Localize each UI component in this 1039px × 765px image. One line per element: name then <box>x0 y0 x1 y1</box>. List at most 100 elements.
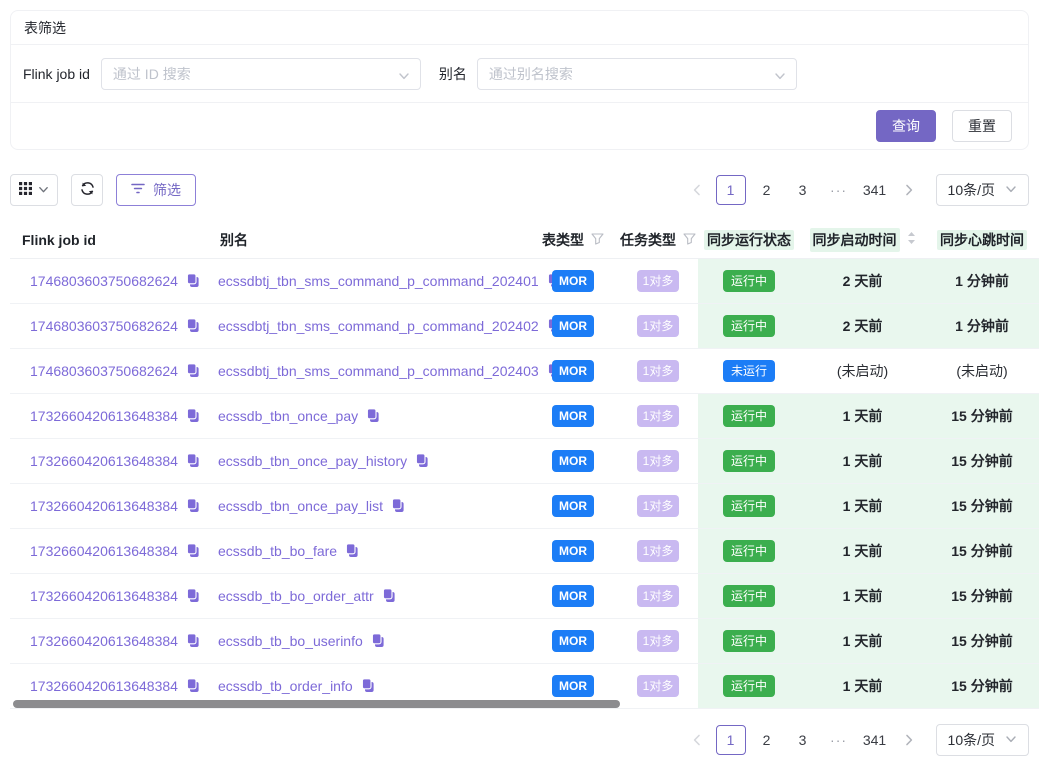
start-time-cell: 1 天前 <box>800 528 925 573</box>
table-type-badge: MOR <box>552 270 594 292</box>
prev-page-button[interactable] <box>684 725 710 755</box>
table-row: 1746803603750682624 ecssdbtj_tbn_sms_com… <box>10 303 1039 348</box>
query-button[interactable]: 查询 <box>876 110 936 142</box>
status-badge: 运行中 <box>723 270 775 292</box>
reset-button[interactable]: 重置 <box>952 110 1012 142</box>
col-sync-status: 同步运行状态 <box>698 222 800 258</box>
copy-icon[interactable] <box>345 543 359 558</box>
copy-icon[interactable] <box>382 588 396 603</box>
task-type-badge: 1对多 <box>637 585 680 607</box>
flink-job-id-link[interactable]: 1732660420613648384 <box>30 678 178 694</box>
alias-link[interactable]: ecssdb_tbn_once_pay_list <box>218 498 383 514</box>
copy-icon[interactable] <box>186 678 200 693</box>
page-button-3[interactable]: 3 <box>788 175 818 205</box>
column-settings-button[interactable] <box>10 174 58 206</box>
table-row: 1732660420613648384 ecssdb_tb_bo_fare MO… <box>10 528 1039 573</box>
page-button-341[interactable]: 341 <box>860 725 890 755</box>
alias-link[interactable]: ecssdbtj_tbn_sms_command_p_command_20240… <box>218 318 539 334</box>
page-ellipsis[interactable]: ··· <box>824 175 854 205</box>
flink-job-id-link[interactable]: 1746803603750682624 <box>30 318 178 334</box>
copy-icon[interactable] <box>186 318 200 333</box>
start-time-cell: 1 天前 <box>800 393 925 438</box>
toolbar-left-group: 筛选 <box>10 174 196 206</box>
status-badge: 运行中 <box>723 450 775 472</box>
copy-icon[interactable] <box>186 633 200 648</box>
alias-link[interactable]: ecssdb_tb_order_info <box>218 678 353 694</box>
task-type-badge: 1对多 <box>637 495 680 517</box>
flink-job-id-link[interactable]: 1732660420613648384 <box>30 633 178 649</box>
status-badge: 运行中 <box>723 585 775 607</box>
filter-card-title: 表筛选 <box>11 11 1028 45</box>
flink-job-id-link[interactable]: 1732660420613648384 <box>30 453 178 469</box>
copy-icon[interactable] <box>366 408 380 423</box>
page-size-select[interactable]: 10条/页 <box>936 724 1029 756</box>
chevron-down-icon <box>38 182 49 198</box>
flink-job-id-link[interactable]: 1732660420613648384 <box>30 543 178 559</box>
chevron-down-icon <box>774 69 786 85</box>
sorter-icon[interactable] <box>907 231 916 248</box>
copy-icon[interactable] <box>186 498 200 513</box>
table-row: 1732660420613648384 ecssdb_tb_bo_userinf… <box>10 618 1039 663</box>
horizontal-scrollbar[interactable] <box>13 700 620 708</box>
heartbeat-time-cell: 15 分钟前 <box>925 528 1039 573</box>
flink-job-id-link[interactable]: 1746803603750682624 <box>30 273 178 289</box>
flink-job-id-select[interactable]: 通过 ID 搜索 <box>101 58 421 90</box>
filter-button[interactable]: 筛选 <box>116 174 196 206</box>
page-button-2[interactable]: 2 <box>752 175 782 205</box>
alias-link[interactable]: ecssdb_tbn_once_pay <box>218 408 358 424</box>
col-table-type: 表类型 <box>528 222 618 258</box>
next-page-button[interactable] <box>896 175 922 205</box>
task-type-badge: 1对多 <box>637 270 680 292</box>
table-body: 1746803603750682624 ecssdbtj_tbn_sms_com… <box>10 258 1039 708</box>
start-time-cell: 1 天前 <box>800 663 925 708</box>
refresh-button[interactable] <box>71 174 103 206</box>
page-button-1[interactable]: 1 <box>716 175 746 205</box>
flink-job-id-link[interactable]: 1746803603750682624 <box>30 363 178 379</box>
next-page-button[interactable] <box>896 725 922 755</box>
table-header-row: Flink job id 别名 表类型 任务类型 同步运行状态 同步启动时间 同… <box>10 222 1039 258</box>
table-row: 1732660420613648384 ecssdb_tbn_once_pay … <box>10 393 1039 438</box>
page-button-2[interactable]: 2 <box>752 725 782 755</box>
alias-link[interactable]: ecssdb_tb_bo_userinfo <box>218 633 363 649</box>
alias-link[interactable]: ecssdb_tb_bo_order_attr <box>218 588 374 604</box>
copy-icon[interactable] <box>186 588 200 603</box>
copy-icon[interactable] <box>186 408 200 423</box>
filter-funnel-icon[interactable] <box>683 232 696 248</box>
flink-job-id-link[interactable]: 1732660420613648384 <box>30 498 178 514</box>
copy-icon[interactable] <box>186 453 200 468</box>
alias-select[interactable]: 通过别名搜索 <box>477 58 797 90</box>
copy-icon[interactable] <box>186 273 200 288</box>
table-row: 1732660420613648384 ecssdb_tbn_once_pay_… <box>10 483 1039 528</box>
grid-icon <box>19 182 32 198</box>
alias-link[interactable]: ecssdbtj_tbn_sms_command_p_command_20240… <box>218 273 539 289</box>
flink-job-id-placeholder: 通过 ID 搜索 <box>113 64 191 84</box>
copy-icon[interactable] <box>186 363 200 378</box>
start-time-cell: 1 天前 <box>800 573 925 618</box>
filter-funnel-icon[interactable] <box>591 232 604 248</box>
copy-icon[interactable] <box>415 453 429 468</box>
copy-icon[interactable] <box>361 678 375 693</box>
chevron-down-icon <box>398 69 410 85</box>
copy-icon[interactable] <box>186 543 200 558</box>
flink-job-id-link[interactable]: 1732660420613648384 <box>30 588 178 604</box>
status-badge: 运行中 <box>723 675 775 697</box>
alias-link[interactable]: ecssdb_tbn_once_pay_history <box>218 453 407 469</box>
heartbeat-time-cell: 15 分钟前 <box>925 393 1039 438</box>
start-time-cell: (未启动) <box>800 348 925 393</box>
table-type-badge: MOR <box>552 360 594 382</box>
page-ellipsis[interactable]: ··· <box>824 725 854 755</box>
page-button-341[interactable]: 341 <box>860 175 890 205</box>
status-badge: 运行中 <box>723 495 775 517</box>
copy-icon[interactable] <box>371 633 385 648</box>
flink-job-id-link[interactable]: 1732660420613648384 <box>30 408 178 424</box>
prev-page-button[interactable] <box>684 175 710 205</box>
page-button-3[interactable]: 3 <box>788 725 818 755</box>
page-size-select[interactable]: 10条/页 <box>936 174 1029 206</box>
alias-placeholder: 通过别名搜索 <box>489 64 573 84</box>
table-type-badge: MOR <box>552 495 594 517</box>
copy-icon[interactable] <box>391 498 405 513</box>
page-button-1[interactable]: 1 <box>716 725 746 755</box>
start-time-cell: 2 天前 <box>800 303 925 348</box>
alias-link[interactable]: ecssdb_tb_bo_fare <box>218 543 337 559</box>
alias-link[interactable]: ecssdbtj_tbn_sms_command_p_command_20240… <box>218 363 539 379</box>
